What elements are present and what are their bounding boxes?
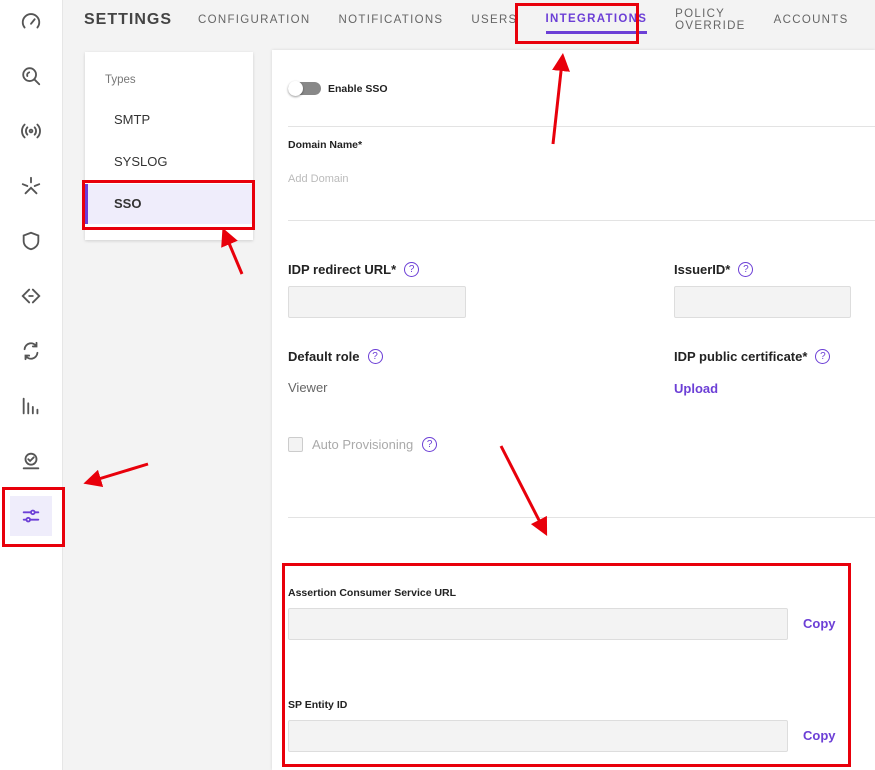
domain-input[interactable]: Add Domain xyxy=(288,173,349,185)
auto-provisioning-label: Auto Provisioning xyxy=(312,437,414,452)
divider xyxy=(288,517,875,518)
tab-integrations[interactable]: INTEGRATIONS xyxy=(545,7,648,34)
shield-icon xyxy=(22,231,40,251)
nav-analytics[interactable] xyxy=(10,386,52,426)
broadcast-icon xyxy=(21,123,41,139)
default-role-value[interactable]: Viewer xyxy=(288,380,328,395)
divider xyxy=(288,126,875,127)
sso-form: Enable SSO Domain Name* Add Domain IDP r… xyxy=(272,50,875,770)
sidebar xyxy=(0,0,63,770)
auto-provisioning: Auto Provisioning ? xyxy=(288,437,438,452)
idp-redirect-input[interactable] xyxy=(288,286,466,318)
acs-url-field[interactable] xyxy=(288,608,788,640)
help-icon[interactable]: ? xyxy=(738,262,754,277)
help-icon[interactable]: ? xyxy=(404,262,420,277)
sp-entity-label: SP Entity ID xyxy=(288,699,348,711)
sync-icon xyxy=(23,341,39,361)
default-role-label: Default role? xyxy=(288,349,383,364)
label-text: IssuerID* xyxy=(674,262,731,277)
auto-provisioning-checkbox[interactable] xyxy=(288,437,303,452)
issuer-label: IssuerID*? xyxy=(674,262,754,277)
sp-entity-field[interactable] xyxy=(288,720,788,752)
upload-link[interactable]: Upload xyxy=(674,381,718,396)
nav-settings[interactable] xyxy=(10,496,52,536)
help-icon[interactable]: ? xyxy=(815,349,831,364)
type-smtp[interactable]: SMTP xyxy=(85,100,253,140)
diamond-arrow-icon xyxy=(21,288,41,304)
domain-label: Domain Name* xyxy=(288,139,363,151)
tab-accounts[interactable]: ACCOUNTS xyxy=(774,8,849,32)
tab-configuration[interactable]: CONFIGURATION xyxy=(198,8,311,32)
type-syslog[interactable]: SYSLOG xyxy=(85,142,253,182)
issuer-input[interactable] xyxy=(674,286,851,318)
types-panel: Types SMTP SYSLOG SSO xyxy=(85,52,253,240)
search-icon xyxy=(22,67,41,86)
nav-asterisk[interactable] xyxy=(10,166,52,206)
nav-search[interactable] xyxy=(10,56,52,96)
page-title: SETTINGS xyxy=(84,11,173,28)
acs-label: Assertion Consumer Service URL xyxy=(288,587,457,599)
help-icon[interactable]: ? xyxy=(367,349,383,364)
idp-redirect-label: IDP redirect URL*? xyxy=(288,262,420,277)
header: SETTINGS CONFIGURATION NOTIFICATIONS USE… xyxy=(84,0,875,40)
bar-chart-icon xyxy=(22,397,39,415)
nav-broadcast[interactable] xyxy=(10,111,52,151)
nav-diamond[interactable] xyxy=(10,276,52,316)
enable-sso-toggle[interactable] xyxy=(288,81,321,96)
arrow xyxy=(221,227,244,275)
label-text: IDP redirect URL* xyxy=(288,262,397,277)
label-text: Default role xyxy=(288,349,360,364)
label-text: IDP public certificate* xyxy=(674,349,808,364)
speedometer-icon xyxy=(21,13,41,29)
tab-users[interactable]: USERS xyxy=(471,8,517,32)
tab-notifications[interactable]: NOTIFICATIONS xyxy=(339,8,444,32)
nav-shield[interactable] xyxy=(10,221,52,261)
asterisk-icon xyxy=(21,176,41,195)
copy-sp-button[interactable]: Copy xyxy=(803,728,836,743)
idp-cert-label: IDP public certificate*? xyxy=(674,349,831,364)
sliders-icon xyxy=(22,509,40,523)
approval-icon xyxy=(22,452,40,470)
nav-dashboard[interactable] xyxy=(10,2,52,42)
types-label: Types xyxy=(105,74,136,86)
nav-sync[interactable] xyxy=(10,331,52,371)
tab-policy-override[interactable]: POLICY OVERRIDE xyxy=(675,2,745,38)
copy-acs-button[interactable]: Copy xyxy=(803,616,836,631)
help-icon[interactable]: ? xyxy=(422,437,438,452)
divider xyxy=(288,220,875,221)
arrow xyxy=(83,462,149,487)
type-sso[interactable]: SSO xyxy=(85,184,253,224)
nav-approvals[interactable] xyxy=(10,441,52,481)
enable-sso-label: Enable SSO xyxy=(328,83,388,95)
